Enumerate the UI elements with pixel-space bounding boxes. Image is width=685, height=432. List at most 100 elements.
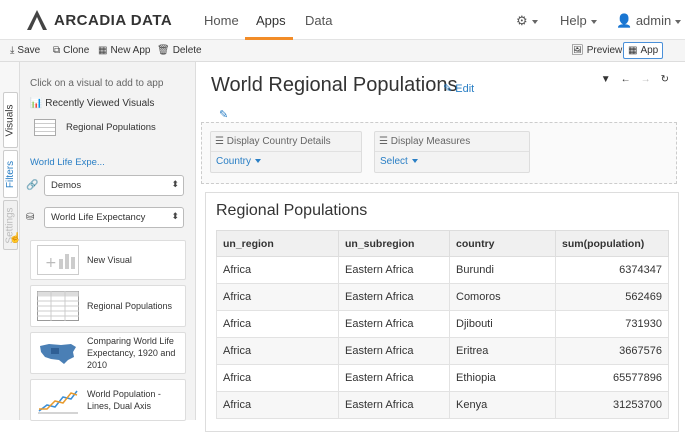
- edit-label: Edit: [455, 83, 475, 95]
- chevron-down-icon: [531, 19, 538, 24]
- list-icon: ☰: [215, 136, 224, 147]
- table-cell: Africa: [216, 310, 339, 338]
- clone-label: Clone: [63, 45, 90, 56]
- table-cell: Africa: [216, 337, 339, 365]
- table-cell: Africa: [216, 391, 339, 419]
- table-row: Africa Eastern Africa Kenya 31253700: [216, 391, 669, 419]
- dataset-select[interactable]: World Life Expectancy: [44, 207, 184, 228]
- life-expectancy-map-card[interactable]: Comparing World Life Expectancy, 1920 an…: [30, 332, 186, 374]
- filter-header: Display Country Details: [226, 136, 331, 147]
- download-icon: ⤓: [10, 45, 15, 56]
- table-cell: Africa: [216, 256, 339, 284]
- table-cell: Africa: [216, 283, 339, 311]
- forward-arrow-icon[interactable]: →: [641, 74, 651, 85]
- column-header[interactable]: un_subregion: [338, 230, 450, 257]
- new-app-button[interactable]: ▦ New App: [98, 45, 150, 56]
- refresh-icon[interactable]: ↻: [661, 74, 669, 85]
- app-mode-button[interactable]: ▦ App: [623, 42, 664, 59]
- nav-home[interactable]: Home: [204, 13, 239, 28]
- chevron-down-icon: [675, 19, 682, 24]
- new-visual-card[interactable]: + New Visual: [30, 240, 186, 280]
- table-cell: Eastern Africa: [338, 256, 450, 284]
- edit-title-link[interactable]: ✎ Edit: [443, 82, 474, 95]
- country-dropdown[interactable]: Country: [211, 152, 361, 171]
- user-name: admin: [635, 13, 672, 28]
- card-label: New Visual: [87, 255, 132, 265]
- delete-label: Delete: [172, 45, 202, 56]
- filter-area: ☰ Display Country Details Country ☰ Disp…: [201, 122, 677, 184]
- new-app-label: New App: [110, 45, 151, 56]
- table-cell: Kenya: [449, 391, 556, 419]
- delete-button[interactable]: 🗑 Delete: [157, 45, 202, 56]
- table-thumbnail-icon: [37, 291, 79, 321]
- line-chart-icon: [38, 390, 78, 414]
- table-row: Africa Eastern Africa Eritrea 3667576: [216, 337, 669, 365]
- world-population-lines-card[interactable]: World Population - Lines, Dual Axis: [30, 379, 186, 421]
- card-label: World Population - Lines, Dual Axis: [87, 389, 161, 411]
- grid-icon: ▦: [628, 45, 638, 56]
- column-header[interactable]: country: [449, 230, 556, 257]
- user-menu[interactable]: 👤 admin: [616, 13, 682, 29]
- filter-icon[interactable]: ▼: [601, 74, 611, 85]
- new-visual-icon: +: [37, 245, 79, 275]
- table-cell: 731930: [555, 310, 669, 338]
- tab-filters-label: Filters: [5, 160, 17, 188]
- trash-icon: 🗑: [157, 45, 170, 56]
- table-row: Africa Eastern Africa Djibouti 731930: [216, 310, 669, 338]
- table-cell: Eritrea: [449, 337, 556, 365]
- save-button[interactable]: ⤓ Save: [10, 45, 40, 56]
- chevron-down-icon: [411, 159, 418, 164]
- tab-visuals[interactable]: Visuals: [3, 92, 18, 148]
- recent-visual-label: Regional Populations: [66, 122, 156, 133]
- recent-visual-item[interactable]: Regional Populations: [34, 119, 156, 136]
- regional-populations-card[interactable]: Regional Populations: [30, 285, 186, 327]
- back-arrow-icon[interactable]: ←: [621, 74, 631, 85]
- help-label: Help: [560, 13, 587, 28]
- table-cell: 65577896: [555, 364, 669, 392]
- table-thumbnail-icon: [34, 119, 56, 136]
- tab-filters[interactable]: Filters: [3, 150, 18, 198]
- country-filter: ☰ Display Country Details Country: [210, 131, 362, 173]
- table-cell: 562469: [555, 283, 669, 311]
- dataset-link[interactable]: World Life Expe...: [30, 157, 105, 168]
- column-header[interactable]: un_region: [216, 230, 339, 257]
- gear-icon: ⚙: [516, 13, 528, 28]
- settings-menu[interactable]: ⚙: [516, 13, 538, 29]
- page-title: World Regional Populations: [211, 74, 458, 96]
- image-icon: 🖼: [571, 45, 584, 56]
- measures-dropdown[interactable]: Select: [375, 152, 529, 171]
- list-icon: ☰: [379, 136, 388, 147]
- svg-text:+: +: [45, 255, 57, 271]
- chevron-down-icon: [590, 19, 597, 24]
- top-navbar: ARCADIA DATA Home Apps Data ⚙ Help 👤 adm…: [0, 0, 685, 40]
- table-cell: Eastern Africa: [338, 310, 450, 338]
- us-map-icon: [40, 344, 76, 364]
- app-canvas: World Regional Populations ✎ Edit ▼ ← → …: [197, 62, 685, 432]
- table-row: Africa Eastern Africa Ethiopia 65577896: [216, 364, 669, 392]
- arcadia-logo-icon: [27, 10, 47, 30]
- table-cell: Eastern Africa: [338, 337, 450, 365]
- table-cell: Eastern Africa: [338, 391, 450, 419]
- link-icon: 🔗: [26, 180, 39, 191]
- brand-logo[interactable]: ARCADIA DATA: [26, 9, 172, 31]
- clone-button[interactable]: ⧉ Clone: [53, 45, 89, 56]
- edit-filters-icon[interactable]: ✎: [219, 108, 228, 121]
- chevron-down-icon: [255, 159, 262, 164]
- table-cell: 3667576: [555, 337, 669, 365]
- help-menu[interactable]: Help: [560, 13, 597, 28]
- card-label: Comparing World Life Expectancy, 1920 an…: [87, 336, 176, 370]
- connection-select[interactable]: Demos: [44, 175, 184, 196]
- app-label: App: [640, 45, 659, 56]
- nav-apps[interactable]: Apps: [256, 13, 286, 28]
- regional-populations-visual[interactable]: Regional Populations un_region un_subreg…: [205, 192, 679, 432]
- database-icon: ⛁: [26, 212, 35, 223]
- table-cell: Comoros: [449, 283, 556, 311]
- table-cell: 31253700: [555, 391, 669, 419]
- visuals-panel: Click on a visual to add to app 📊 Recent…: [20, 62, 196, 421]
- nav-data[interactable]: Data: [305, 13, 332, 28]
- preview-button[interactable]: 🖼 Preview: [566, 42, 627, 59]
- canvas-actions: ▼ ← → ↻: [601, 74, 669, 85]
- column-header[interactable]: sum(population): [555, 230, 669, 257]
- tab-visuals-label: Visuals: [5, 103, 16, 137]
- filter-value: Select: [380, 156, 408, 167]
